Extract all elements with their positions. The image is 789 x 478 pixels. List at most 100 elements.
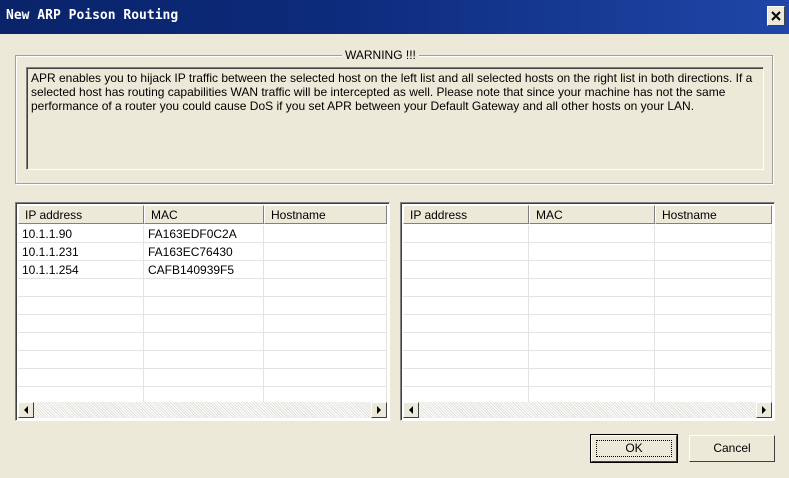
right-table-cell bbox=[403, 279, 529, 296]
left-table-cell: 10.1.1.90 bbox=[18, 225, 144, 242]
right-scroll-left-button[interactable] bbox=[403, 402, 419, 418]
arrow-right-icon bbox=[762, 406, 766, 414]
left-table-cell bbox=[18, 333, 144, 350]
right-table-row bbox=[403, 279, 772, 297]
cancel-button-label: Cancel bbox=[713, 441, 751, 455]
right-table-cell bbox=[529, 297, 655, 314]
right-table-cell bbox=[655, 243, 772, 260]
right-col-mac-header[interactable]: MAC bbox=[529, 205, 655, 224]
left-table-cell bbox=[144, 297, 264, 314]
right-scroll-track[interactable] bbox=[419, 402, 756, 418]
right-table-cell bbox=[403, 315, 529, 332]
right-table-cell bbox=[655, 369, 772, 386]
right-table-cell bbox=[655, 279, 772, 296]
left-table-cell bbox=[144, 333, 264, 350]
right-table-row bbox=[403, 369, 772, 387]
right-table-cell bbox=[403, 333, 529, 350]
right-table-cell bbox=[655, 351, 772, 368]
left-table-cell: 10.1.1.231 bbox=[18, 243, 144, 260]
left-table-row bbox=[18, 351, 387, 369]
right-table-cell bbox=[403, 297, 529, 314]
right-table-row bbox=[403, 333, 772, 351]
right-table-cell bbox=[655, 333, 772, 350]
right-table-cell bbox=[655, 225, 772, 242]
left-table-cell bbox=[18, 369, 144, 386]
close-icon bbox=[771, 11, 781, 21]
right-table-cell bbox=[655, 297, 772, 314]
close-button[interactable] bbox=[767, 6, 785, 26]
left-list-body: 10.1.1.90 FA163EDF0C2A 10.1.1.231 FA163EC76… bbox=[18, 225, 387, 405]
cancel-button[interactable]: Cancel bbox=[689, 435, 775, 462]
left-table-row[interactable]: 10.1.1.90 FA163EDF0C2A bbox=[18, 225, 387, 243]
arp-poison-routing-dialog: New ARP Poison Routing WARNING !!! APR e… bbox=[0, 0, 789, 478]
left-table-row bbox=[18, 315, 387, 333]
right-table-row bbox=[403, 243, 772, 261]
warning-group: WARNING !!! APR enables you to hijack IP… bbox=[15, 48, 773, 184]
left-table-row bbox=[18, 369, 387, 387]
right-list-body bbox=[403, 225, 772, 405]
left-table-row[interactable]: 10.1.1.254 CAFB140939F5 bbox=[18, 261, 387, 279]
right-table-cell bbox=[529, 279, 655, 296]
left-table-cell bbox=[18, 315, 144, 332]
left-col-ip-header[interactable]: IP address bbox=[18, 205, 144, 224]
right-table-row bbox=[403, 297, 772, 315]
right-table-row bbox=[403, 225, 772, 243]
arrow-left-icon bbox=[24, 406, 28, 414]
right-scroll-right-button[interactable] bbox=[756, 402, 772, 418]
right-table-cell bbox=[655, 315, 772, 332]
left-table-cell bbox=[18, 297, 144, 314]
ok-button[interactable]: OK bbox=[590, 434, 678, 463]
right-table-row bbox=[403, 261, 772, 279]
left-list-header: IP address MAC Hostname bbox=[18, 205, 387, 224]
right-table-cell bbox=[529, 225, 655, 242]
left-table-cell: FA163EDF0C2A bbox=[144, 225, 264, 242]
right-col-hostname-header[interactable]: Hostname bbox=[655, 205, 772, 224]
left-table-cell bbox=[264, 351, 387, 368]
left-table-cell bbox=[18, 351, 144, 368]
left-table-row bbox=[18, 279, 387, 297]
left-table-row[interactable]: 10.1.1.231 FA163EC76430 bbox=[18, 243, 387, 261]
left-table-cell bbox=[144, 279, 264, 296]
right-horizontal-scrollbar[interactable] bbox=[403, 402, 772, 418]
left-scroll-left-button[interactable] bbox=[18, 402, 34, 418]
left-table-cell bbox=[264, 225, 387, 242]
right-table-row bbox=[403, 351, 772, 369]
left-host-list[interactable]: IP address MAC Hostname 10.1.1.90 FA163ED… bbox=[15, 202, 390, 421]
left-table-cell bbox=[264, 369, 387, 386]
arrow-left-icon bbox=[409, 406, 413, 414]
left-col-mac-header[interactable]: MAC bbox=[144, 205, 264, 224]
left-table-cell bbox=[18, 279, 144, 296]
left-scroll-track[interactable] bbox=[34, 402, 371, 418]
left-table-row bbox=[18, 297, 387, 315]
left-table-cell bbox=[264, 297, 387, 314]
right-host-list[interactable]: IP address MAC Hostname bbox=[400, 202, 775, 421]
left-table-cell bbox=[264, 279, 387, 296]
right-table-cell bbox=[529, 369, 655, 386]
left-col-hostname-header[interactable]: Hostname bbox=[264, 205, 387, 224]
left-horizontal-scrollbar[interactable] bbox=[18, 402, 387, 418]
left-table-cell: 10.1.1.254 bbox=[18, 261, 144, 278]
right-table-cell bbox=[529, 315, 655, 332]
right-list-header: IP address MAC Hostname bbox=[403, 205, 772, 224]
left-table-row bbox=[18, 333, 387, 351]
arrow-right-icon bbox=[377, 406, 381, 414]
left-table-cell bbox=[144, 369, 264, 386]
right-table-cell bbox=[529, 243, 655, 260]
left-table-cell bbox=[264, 243, 387, 260]
right-table-cell bbox=[655, 261, 772, 278]
left-table-cell bbox=[264, 333, 387, 350]
ok-button-label: OK bbox=[625, 441, 643, 455]
left-table-cell bbox=[264, 261, 387, 278]
right-col-ip-header[interactable]: IP address bbox=[403, 205, 529, 224]
right-table-cell bbox=[403, 369, 529, 386]
window-title: New ARP Poison Routing bbox=[6, 8, 179, 23]
right-table-cell bbox=[529, 351, 655, 368]
warning-text: APR enables you to hijack IP traffic bet… bbox=[26, 67, 764, 170]
left-scroll-right-button[interactable] bbox=[371, 402, 387, 418]
right-table-cell bbox=[403, 225, 529, 242]
left-table-cell bbox=[264, 315, 387, 332]
left-table-cell bbox=[144, 315, 264, 332]
title-bar: New ARP Poison Routing bbox=[0, 0, 789, 34]
warning-legend: WARNING !!! bbox=[342, 48, 419, 62]
right-table-row bbox=[403, 315, 772, 333]
